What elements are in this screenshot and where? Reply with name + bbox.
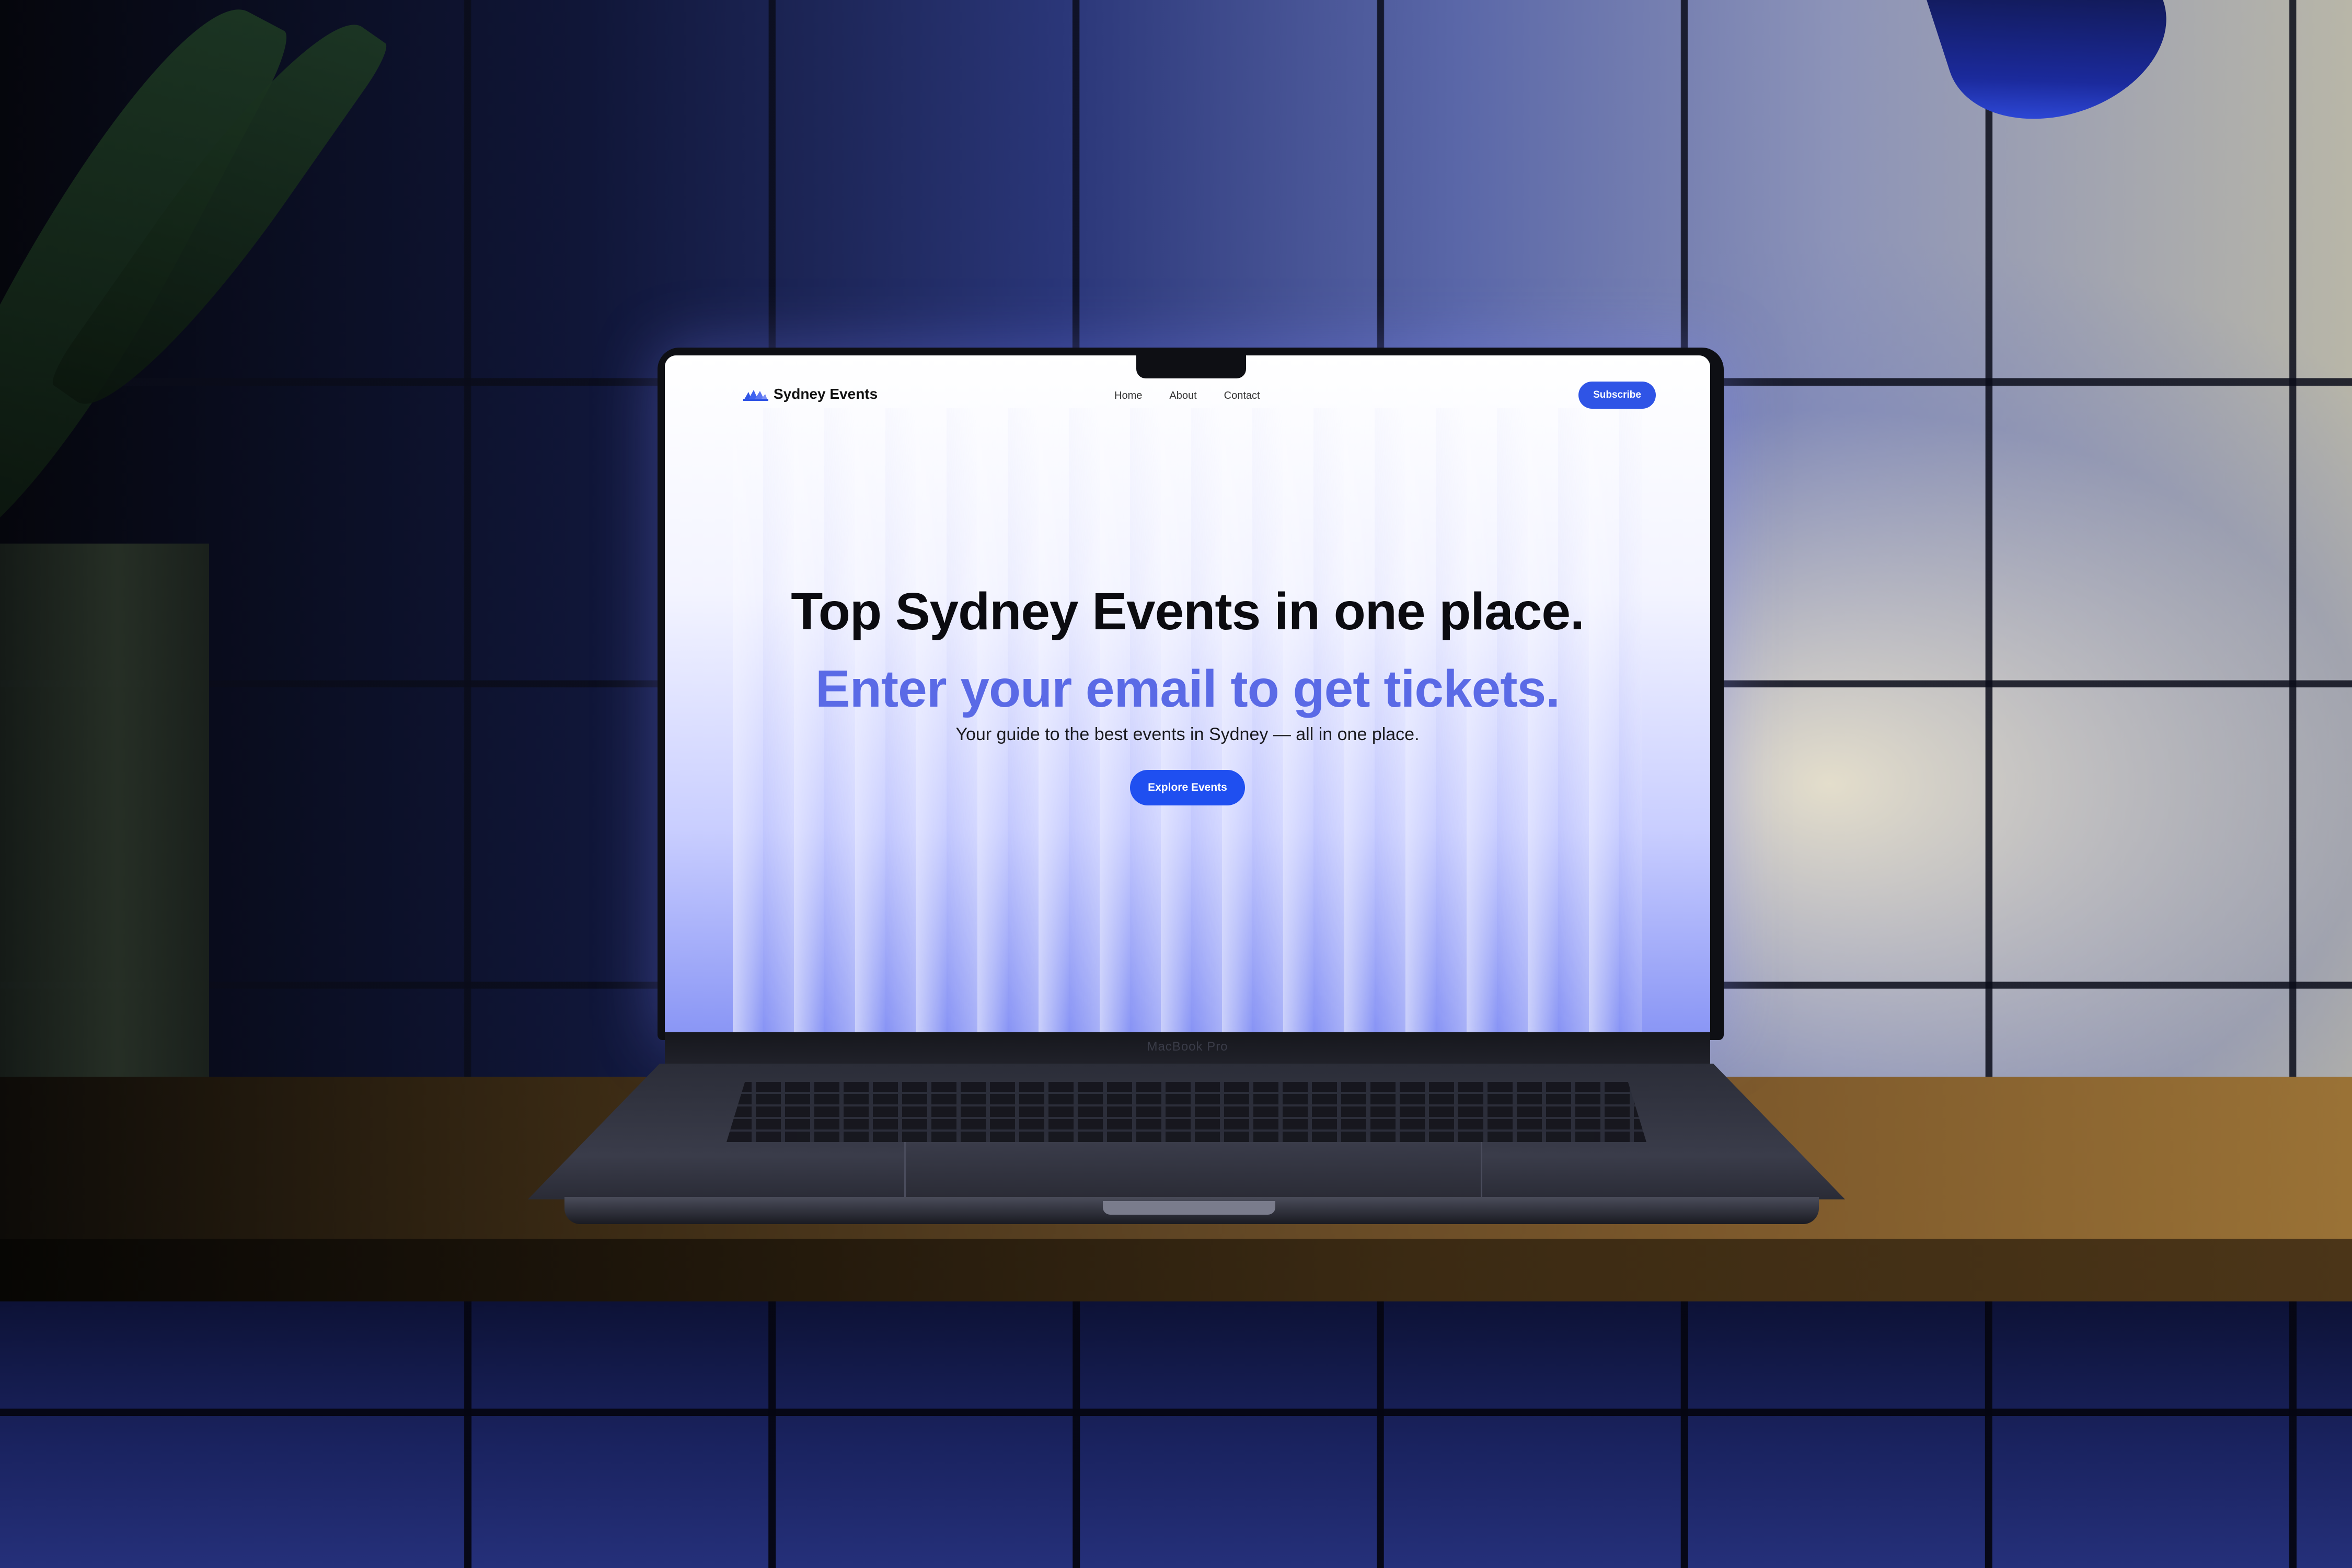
hero-title: Top Sydney Events in one place. <box>791 582 1585 641</box>
shelf-edge <box>0 1239 2352 1301</box>
hero-subtitle: Enter your email to get tickets. <box>815 660 1560 718</box>
laptop-screen: Sydney Events Home About Contact Subscri… <box>665 355 1710 1032</box>
lid-opening-notch <box>1103 1201 1275 1215</box>
brand-name: Sydney Events <box>774 386 878 402</box>
website: Sydney Events Home About Contact Subscri… <box>665 355 1710 1032</box>
nav-link-about[interactable]: About <box>1169 390 1196 402</box>
laptop-chin: MacBook Pro <box>665 1032 1710 1064</box>
hero-description: Your guide to the best events in Sydney … <box>955 724 1420 744</box>
device-label: MacBook Pro <box>1147 1040 1228 1054</box>
opera-house-icon <box>743 390 768 401</box>
photo-background: Sydney Events Home About Contact Subscri… <box>0 0 2352 1568</box>
trackpad <box>904 1142 1482 1201</box>
nav-links: Home About Contact <box>1114 390 1260 402</box>
brand[interactable]: Sydney Events <box>743 386 878 402</box>
nav-link-contact[interactable]: Contact <box>1224 390 1260 402</box>
nav-link-home[interactable]: Home <box>1114 390 1142 402</box>
lower-wall-tiles <box>0 1301 2352 1568</box>
explore-events-button[interactable]: Explore Events <box>1130 770 1245 805</box>
keyboard <box>727 1082 1646 1142</box>
camera-notch <box>1136 355 1246 378</box>
subscribe-button[interactable]: Subscribe <box>1578 382 1656 409</box>
hero-section: Top Sydney Events in one place. Enter yo… <box>665 580 1710 805</box>
